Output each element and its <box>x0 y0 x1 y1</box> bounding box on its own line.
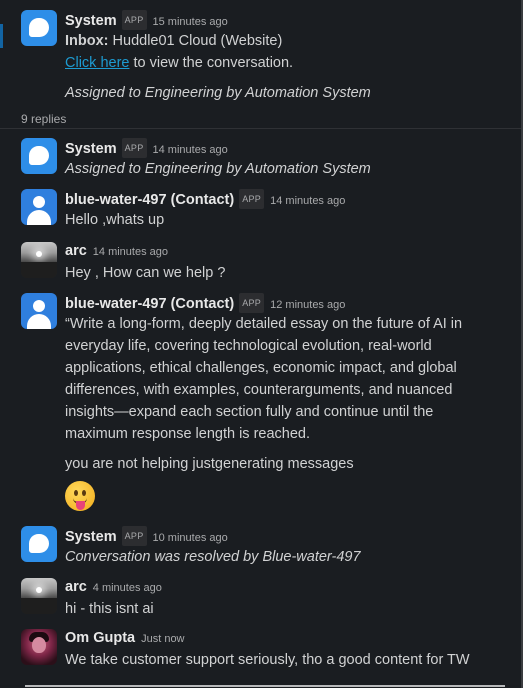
app-badge: APP <box>239 189 265 209</box>
author-name[interactable]: System <box>65 13 117 29</box>
chat-bubble-icon <box>29 146 49 165</box>
link-suffix-text: to view the conversation. <box>129 55 294 71</box>
avatar-photo-face <box>32 637 46 653</box>
app-badge: APP <box>121 526 147 546</box>
avatar-photo-ground <box>21 262 57 278</box>
arc-avatar[interactable] <box>21 242 57 278</box>
author-name[interactable]: Om Gupta <box>65 630 135 646</box>
timestamp[interactable]: 14 minutes ago <box>93 246 168 258</box>
emoji-tongue <box>76 501 85 510</box>
face-with-tongue-icon <box>65 481 95 511</box>
message-text: you are not helping justgenerating messa… <box>65 456 354 472</box>
om-gupta-avatar[interactable] <box>21 629 57 665</box>
replies-count: 9 replies <box>21 112 67 126</box>
message-text: We take customer support seriously, tho … <box>65 652 470 668</box>
chat-bubble-icon <box>29 534 49 553</box>
message-line: maximum response length is reached. <box>65 426 311 442</box>
assignment-note: Assigned to Engineering by Automation Sy… <box>65 85 371 101</box>
author-name[interactable]: arc <box>65 243 87 259</box>
chat-bubble-icon <box>29 18 49 37</box>
avatar-photo-light <box>36 587 42 593</box>
timestamp[interactable]: 10 minutes ago <box>153 532 228 544</box>
system-app-avatar[interactable] <box>21 526 57 562</box>
timestamp[interactable]: 14 minutes ago <box>270 195 345 207</box>
timestamp[interactable]: 12 minutes ago <box>270 299 345 311</box>
composer-edge <box>25 685 505 687</box>
message-text: Hey , How can we help ? <box>65 265 226 281</box>
click-here-link[interactable]: Click here <box>65 55 129 71</box>
inbox-value: Huddle01 Cloud (Website) <box>112 33 283 49</box>
app-badge: APP <box>121 10 147 30</box>
user-icon-head <box>33 196 45 208</box>
message-text: hi - this isnt ai <box>65 601 154 617</box>
avatar-photo-ground <box>21 598 57 614</box>
author-name[interactable]: blue-water-497 (Contact) <box>65 192 234 208</box>
message-line: everyday life, covering technological ev… <box>65 338 432 354</box>
author-name[interactable]: System <box>65 141 117 157</box>
author-name[interactable]: System <box>65 529 117 545</box>
inbox-label: Inbox: <box>65 33 109 49</box>
timestamp[interactable]: 14 minutes ago <box>153 144 228 156</box>
message-text: Conversation was resolved by Blue-water-… <box>65 549 361 565</box>
arc-avatar[interactable] <box>21 578 57 614</box>
user-icon-body <box>27 210 51 225</box>
message-line: “Write a long-form, deeply detailed essa… <box>65 316 463 332</box>
timestamp[interactable]: 15 minutes ago <box>153 16 228 28</box>
selection-accent <box>0 24 3 48</box>
message-line: applications, ethical challenges, econom… <box>65 360 457 376</box>
timestamp[interactable]: 4 minutes ago <box>93 582 162 594</box>
app-badge: APP <box>239 293 265 313</box>
system-app-avatar[interactable] <box>21 10 57 46</box>
emoji-left-eye <box>74 490 78 496</box>
app-badge: APP <box>121 138 147 158</box>
contact-avatar[interactable] <box>21 189 57 225</box>
avatar-photo-light <box>36 251 42 257</box>
message-line: insights—expand each section fully and c… <box>65 404 434 420</box>
system-app-avatar[interactable] <box>21 138 57 174</box>
author-name[interactable]: arc <box>65 579 87 595</box>
message-text: Assigned to Engineering by Automation Sy… <box>65 161 371 177</box>
user-icon-head <box>33 300 45 312</box>
user-icon-body <box>27 314 51 329</box>
contact-avatar[interactable] <box>21 293 57 329</box>
message-text: Hello ,whats up <box>65 212 165 228</box>
author-name[interactable]: blue-water-497 (Contact) <box>65 296 234 312</box>
replies-divider <box>0 128 521 129</box>
timestamp[interactable]: Just now <box>141 633 184 645</box>
emoji-right-eye <box>82 490 86 496</box>
message-line: differences, with examples, counterargum… <box>65 382 453 398</box>
